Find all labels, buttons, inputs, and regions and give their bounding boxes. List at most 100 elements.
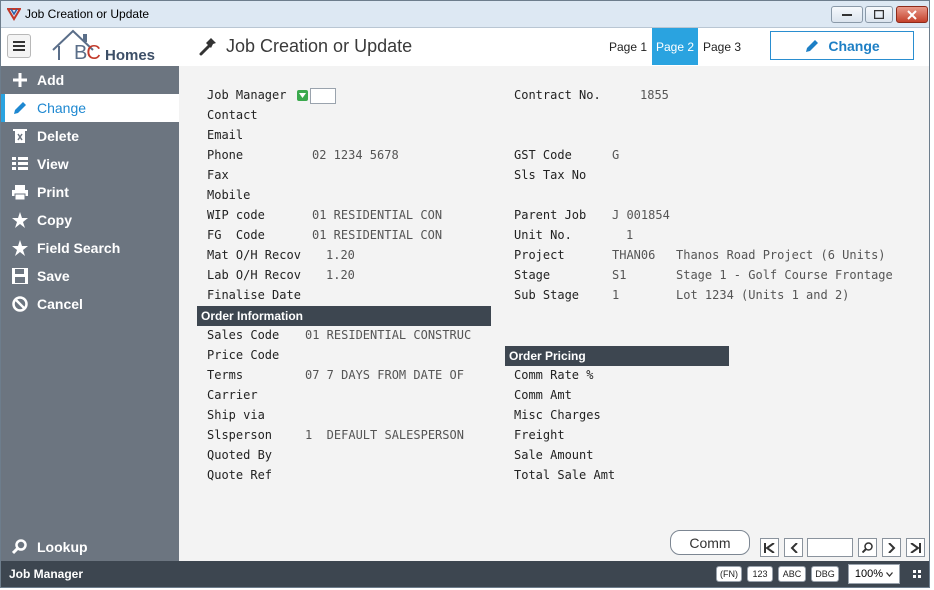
sidebar-item-add[interactable]: Add bbox=[1, 66, 179, 94]
maximize-icon bbox=[874, 10, 884, 19]
unit-no-label: Unit No. bbox=[514, 228, 572, 242]
app-header: BC Homes Job Creation or Update Page 1 P… bbox=[1, 28, 929, 66]
fn-indicator[interactable]: (FN) bbox=[716, 566, 742, 582]
sidebar-item-view[interactable]: View bbox=[1, 150, 179, 178]
total-sale-amt-label: Total Sale Amt bbox=[514, 468, 616, 482]
close-button[interactable] bbox=[896, 6, 928, 23]
contract-no-value[interactable]: 1855 bbox=[640, 88, 669, 102]
caps-indicator[interactable]: ABC bbox=[778, 566, 806, 582]
slsperson-value[interactable]: 1 DEFAULT SALESPERSON bbox=[305, 428, 464, 442]
order-information-header: Order Information bbox=[197, 306, 491, 326]
list-icon bbox=[7, 157, 33, 171]
plus-icon bbox=[7, 72, 33, 88]
wip-code-value[interactable]: 01 RESIDENTIAL CON bbox=[312, 208, 442, 222]
minimize-icon bbox=[842, 13, 852, 16]
stage-value[interactable]: S1 bbox=[612, 268, 626, 282]
sub-stage-description: Lot 1234 (Units 1 and 2) bbox=[676, 288, 850, 302]
record-search-button[interactable] bbox=[858, 538, 877, 557]
job-manager-input[interactable] bbox=[310, 88, 336, 104]
grid-icon[interactable] bbox=[913, 570, 921, 578]
parent-job-value[interactable]: J 001854 bbox=[612, 208, 670, 222]
project-label: Project bbox=[514, 248, 565, 262]
hamburger-menu-button[interactable] bbox=[7, 34, 31, 58]
star-icon bbox=[7, 240, 33, 256]
printer-icon bbox=[7, 184, 33, 200]
unit-no-value[interactable]: 1 bbox=[626, 228, 633, 242]
sidebar-item-copy[interactable]: Copy bbox=[1, 206, 179, 234]
comm-rate-label: Comm Rate % bbox=[514, 368, 594, 382]
last-record-button[interactable] bbox=[906, 538, 925, 557]
form-content: Job Manager Contact Email Phone 02 1234 … bbox=[179, 66, 929, 561]
sidebar-item-label: Cancel bbox=[37, 296, 83, 312]
floppy-icon bbox=[7, 268, 33, 284]
sub-stage-value[interactable]: 1 bbox=[612, 288, 619, 302]
project-value[interactable]: THAN06 bbox=[612, 248, 655, 262]
carrier-label: Carrier bbox=[207, 388, 258, 402]
lookup-dropdown-icon[interactable] bbox=[297, 90, 308, 101]
lab-oh-recov-value[interactable]: 1.20 bbox=[326, 268, 355, 282]
tab-page-1[interactable]: Page 1 bbox=[605, 28, 651, 65]
app-logo-icon bbox=[7, 8, 21, 21]
fg-code-value[interactable]: 01 RESIDENTIAL CON bbox=[312, 228, 442, 242]
tab-page-3[interactable]: Page 3 bbox=[699, 28, 745, 65]
sidebar-item-delete[interactable]: Delete bbox=[1, 122, 179, 150]
sale-amount-label: Sale Amount bbox=[514, 448, 594, 462]
ship-via-label: Ship via bbox=[207, 408, 265, 422]
maximize-button[interactable] bbox=[865, 6, 893, 23]
sidebar-item-label: Add bbox=[37, 72, 65, 88]
star-icon bbox=[7, 212, 33, 228]
comm-amt-label: Comm Amt bbox=[514, 388, 572, 402]
comm-button[interactable]: Comm bbox=[670, 530, 750, 555]
trash-icon bbox=[7, 128, 33, 144]
debug-indicator[interactable]: DBG bbox=[811, 566, 839, 582]
sidebar-item-field-search[interactable]: Field Search bbox=[1, 234, 179, 262]
terms-value[interactable]: 07 7 DAYS FROM DATE OF bbox=[305, 368, 464, 382]
hamburger-icon bbox=[13, 41, 25, 51]
phone-value[interactable]: 02 1234 5678 bbox=[312, 148, 399, 162]
stage-label: Stage bbox=[514, 268, 551, 282]
email-label: Email bbox=[207, 128, 244, 142]
finalise-date-label: Finalise Date bbox=[207, 288, 301, 302]
mat-oh-recov-label: Mat O/H Recov bbox=[207, 248, 301, 262]
sidebar-item-label: Copy bbox=[37, 212, 72, 228]
sls-tax-no-label: Sls Tax No bbox=[514, 168, 587, 182]
title-bar: Job Creation or Update bbox=[1, 1, 929, 28]
gst-code-label: GST Code bbox=[514, 148, 572, 162]
company-logo: BC Homes bbox=[49, 28, 169, 64]
record-search-input[interactable] bbox=[807, 538, 853, 557]
app-window: Job Creation or Update BC Homes Job Crea… bbox=[0, 0, 930, 588]
sales-code-value[interactable]: 01 RESIDENTIAL CONSTRUC bbox=[305, 328, 471, 342]
phone-label: Phone bbox=[207, 148, 244, 162]
tab-page-2[interactable]: Page 2 bbox=[652, 28, 698, 65]
order-pricing-header: Order Pricing bbox=[505, 346, 729, 366]
previous-record-button[interactable] bbox=[784, 538, 803, 557]
sales-code-label: Sales Code bbox=[207, 328, 280, 342]
next-record-button[interactable] bbox=[882, 538, 901, 557]
numeric-indicator[interactable]: 123 bbox=[747, 566, 773, 582]
page-title-group: Job Creation or Update bbox=[198, 36, 412, 57]
sidebar-item-print[interactable]: Print bbox=[1, 178, 179, 206]
freight-label: Freight bbox=[514, 428, 565, 442]
mat-oh-recov-value[interactable]: 1.20 bbox=[326, 248, 355, 262]
minimize-button[interactable] bbox=[831, 6, 863, 23]
sidebar-item-lookup[interactable]: Lookup bbox=[1, 533, 179, 561]
sidebar-item-label: Save bbox=[37, 268, 70, 284]
contract-no-label: Contract No. bbox=[514, 88, 601, 102]
misc-charges-label: Misc Charges bbox=[514, 408, 601, 422]
search-icon bbox=[7, 539, 33, 555]
quoted-by-label: Quoted By bbox=[207, 448, 273, 462]
zoom-select[interactable]: 100% bbox=[848, 564, 900, 584]
first-record-button[interactable] bbox=[760, 538, 779, 557]
gst-code-value[interactable]: G bbox=[612, 148, 619, 162]
window-title: Job Creation or Update bbox=[25, 7, 150, 21]
sidebar-item-change[interactable]: Change bbox=[1, 94, 179, 122]
sidebar-item-label: Lookup bbox=[37, 539, 88, 555]
first-page-icon bbox=[764, 542, 775, 553]
sidebar-item-cancel[interactable]: Cancel bbox=[1, 290, 179, 318]
terms-label: Terms bbox=[207, 368, 244, 382]
chevron-left-icon bbox=[790, 542, 798, 553]
sidebar-item-label: View bbox=[37, 156, 69, 172]
sidebar-item-save[interactable]: Save bbox=[1, 262, 179, 290]
mobile-label: Mobile bbox=[207, 188, 251, 202]
change-button[interactable]: Change bbox=[770, 31, 914, 60]
